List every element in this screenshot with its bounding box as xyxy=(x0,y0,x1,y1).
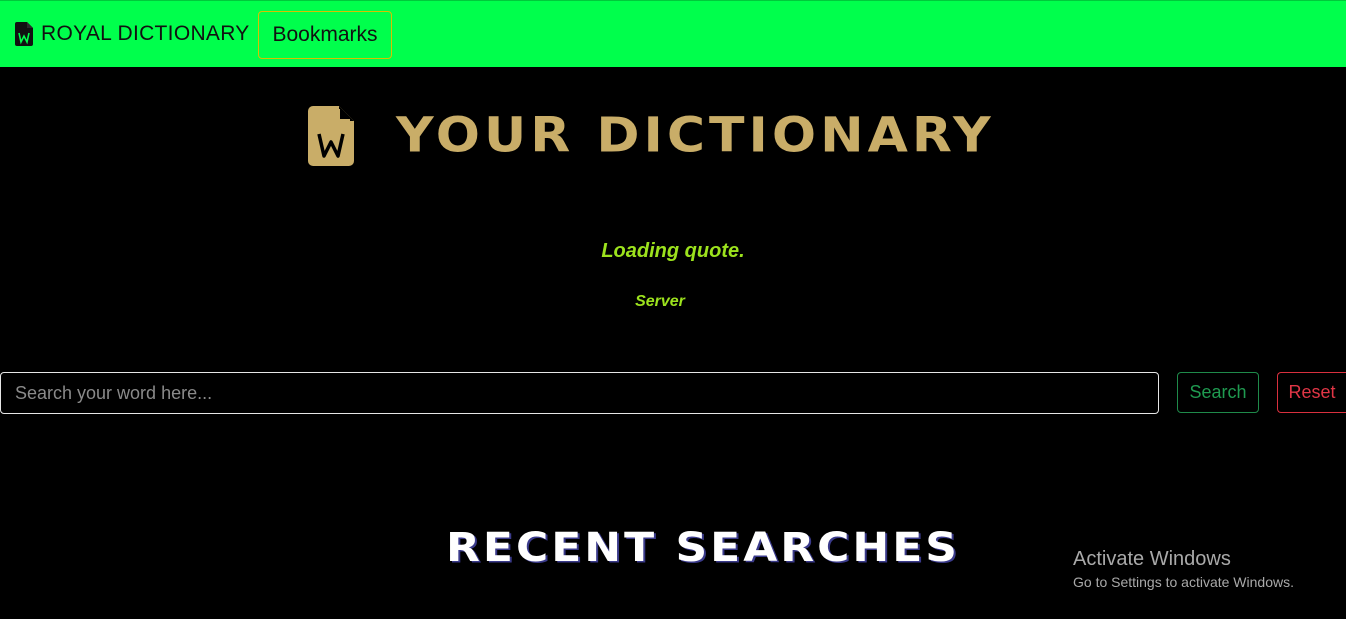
quote-author: Server xyxy=(635,293,685,310)
hero-header: YOUR DICTIONARY xyxy=(308,106,995,166)
brand-label: ROYAL DICTIONARY xyxy=(41,22,250,45)
bookmarks-button[interactable]: Bookmarks xyxy=(258,11,392,59)
search-input[interactable] xyxy=(0,372,1159,414)
word-file-icon xyxy=(15,22,33,46)
word-file-icon xyxy=(308,106,354,166)
navbar: ROYAL DICTIONARY Bookmarks xyxy=(0,0,1346,67)
brand-link[interactable]: ROYAL DICTIONARY xyxy=(15,22,250,46)
search-button[interactable]: Search xyxy=(1177,372,1259,413)
quote-text: Loading quote. xyxy=(601,240,745,262)
activate-windows-subtitle: Go to Settings to activate Windows. xyxy=(1073,574,1294,590)
page-title: YOUR DICTIONARY xyxy=(396,108,995,164)
activate-windows-watermark: Activate Windows Go to Settings to activ… xyxy=(1073,547,1294,592)
recent-searches-heading: RECENT SEARCHES xyxy=(446,524,960,571)
reset-button[interactable]: Reset xyxy=(1277,372,1346,413)
activate-windows-title: Activate Windows xyxy=(1073,548,1231,570)
